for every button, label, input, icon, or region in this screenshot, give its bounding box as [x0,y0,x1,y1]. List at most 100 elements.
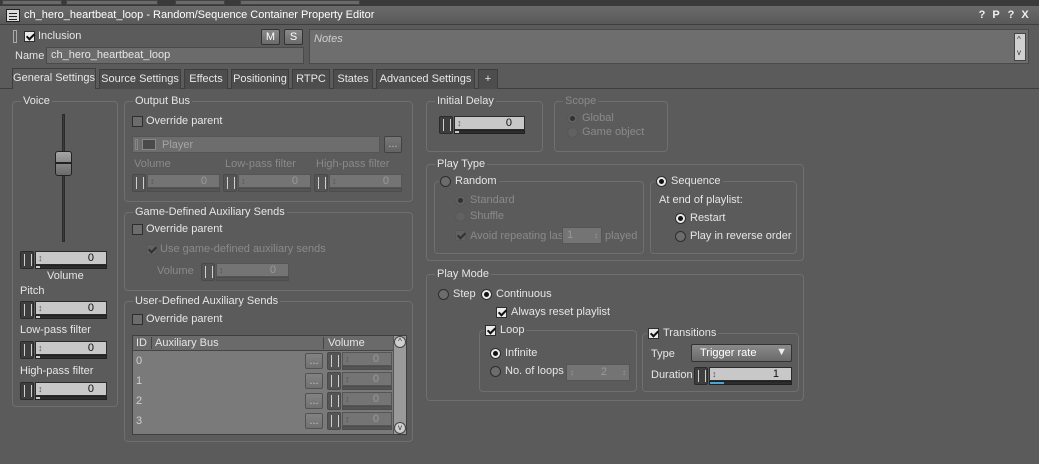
strip-tab[interactable] [2,0,62,5]
scope-gameobject-radio[interactable] [567,127,578,138]
game-aux-volume-slider[interactable]: 0 [201,263,289,281]
scope-global-radio[interactable] [567,113,578,124]
tab-positioning[interactable]: Positioning [231,69,289,89]
avoid-repeat-field[interactable]: 1 ↕ [562,227,602,244]
inclusion-checkbox[interactable] [24,31,35,42]
avoid-repeat-checkbox[interactable] [455,230,466,241]
reverse-radio[interactable] [675,231,686,242]
close-icon[interactable]: X [1019,9,1031,22]
aux-scrollbar[interactable]: ^ v [393,336,406,434]
strip-tab[interactable] [240,0,360,5]
tab-general-settings[interactable]: General Settings [12,68,96,89]
output-override-checkbox[interactable] [132,116,143,127]
table-row[interactable]: 1 ... 0 [133,372,394,391]
initial-delay-slider[interactable]: 0 [439,116,525,134]
output-browse-button[interactable]: ... [384,136,402,153]
notes-scrollbar[interactable]: ^ v [1014,33,1026,61]
tab-source-settings[interactable]: Source Settings [99,69,181,89]
infinite-radio[interactable] [490,348,501,359]
menu-icon[interactable] [6,9,20,22]
row-volume-value[interactable]: 0 [342,352,392,366]
output-highpass-slider[interactable]: 0 [314,174,402,192]
volume-slider[interactable]: 0 [20,251,107,269]
user-aux-override-checkbox[interactable] [132,314,143,325]
help-icon-2[interactable]: ? [1005,9,1017,22]
help-icon[interactable]: ? [976,9,988,22]
game-aux-volume-value[interactable]: 0 [216,263,289,277]
pitch-slider[interactable]: 0 [20,301,107,319]
output-highpass-value[interactable]: 0 [329,174,402,188]
scope-group: Scope Global Game object [554,95,668,152]
tab-rtpc[interactable]: RTPC [292,69,330,89]
solo-button[interactable]: S [284,29,303,45]
row-browse-button[interactable]: ... [305,373,323,389]
pin-icon[interactable]: P [990,9,1002,22]
no-loops-radio[interactable] [490,366,501,377]
col-id[interactable]: ID [136,337,147,350]
row-volume-slider[interactable]: 0 [327,352,392,370]
row-volume-value[interactable]: 0 [342,372,392,386]
tab-states[interactable]: States [333,69,373,89]
step-radio[interactable] [438,289,449,300]
standard-radio[interactable] [455,195,466,206]
transitions-checkbox[interactable] [648,328,659,339]
row-volume-value[interactable]: 0 [342,412,392,426]
duration-slider[interactable]: 1 [694,367,792,385]
tab-add[interactable]: + [478,69,498,89]
highpass-slider[interactable]: 0 [20,382,107,400]
random-radio[interactable] [440,176,451,187]
name-field[interactable]: ch_hero_heartbeat_loop [46,47,304,64]
use-game-aux-checkbox[interactable] [146,244,157,255]
volume-fader-thumb[interactable] [55,151,72,176]
continuous-radio[interactable] [481,289,492,300]
pitch-value[interactable]: 0 [35,301,107,315]
row-volume-slider[interactable]: 0 [327,412,392,430]
no-loops-field[interactable]: ↕ 2 ↕ [566,364,630,381]
table-row[interactable]: 3 ... 0 [133,412,394,431]
output-volume-slider[interactable]: 0 [132,174,220,192]
volume-value[interactable]: 0 [35,251,107,265]
row-volume-slider[interactable]: 0 [327,372,392,390]
scroll-up-icon[interactable]: ^ [1017,34,1021,46]
lowpass-slider[interactable]: 0 [20,341,107,359]
table-row[interactable]: 0 ... 0 [133,352,394,371]
sequence-radio[interactable] [656,176,667,187]
loop-group: Loop Infinite No. of loops ↕ 2 ↕ [479,324,637,392]
row-id: 2 [136,395,143,407]
loop-checkbox[interactable] [485,325,496,336]
col-aux-bus[interactable]: Auxiliary Bus [155,337,219,350]
output-volume-value[interactable]: 0 [147,174,220,188]
output-lowpass-value[interactable]: 0 [238,174,311,188]
mute-button[interactable]: M [261,29,280,45]
restart-radio[interactable] [675,213,686,224]
output-lowpass-slider[interactable]: 0 [223,174,311,192]
scroll-down-icon[interactable]: v [1017,47,1021,59]
notes-field[interactable]: Notes ^ v [309,29,1029,64]
volume-fader-track[interactable] [62,114,65,242]
type-dropdown[interactable]: Trigger rate ▼ [691,344,792,362]
row-volume-value[interactable]: 0 [342,392,392,406]
drag-handle-icon[interactable] [13,30,17,43]
highpass-value[interactable]: 0 [35,382,107,396]
game-aux-override-checkbox[interactable] [132,224,143,235]
row-browse-button[interactable]: ... [305,413,323,429]
always-reset-checkbox[interactable] [496,307,507,318]
tab-advanced-settings[interactable]: Advanced Settings [376,69,475,89]
scroll-down-icon[interactable]: v [394,422,406,434]
spin-icon[interactable]: ↕ [594,229,598,242]
scroll-up-icon[interactable]: ^ [394,336,406,348]
tab-effects[interactable]: Effects [184,69,228,89]
strip-tab[interactable] [66,0,158,5]
initial-delay-value[interactable]: 0 [454,116,525,130]
duration-value[interactable]: 1 [709,367,792,381]
strip-tab[interactable] [175,0,225,5]
spin-icon[interactable]: ↕ [570,366,574,379]
lowpass-value[interactable]: 0 [35,341,107,355]
row-volume-slider[interactable]: 0 [327,392,392,410]
row-browse-button[interactable]: ... [305,353,323,369]
row-browse-button[interactable]: ... [305,393,323,409]
spin-icon[interactable]: ↕ [622,366,626,379]
table-row[interactable]: 2 ... 0 [133,392,394,411]
col-volume[interactable]: Volume [328,337,365,350]
shuffle-radio[interactable] [455,211,466,222]
